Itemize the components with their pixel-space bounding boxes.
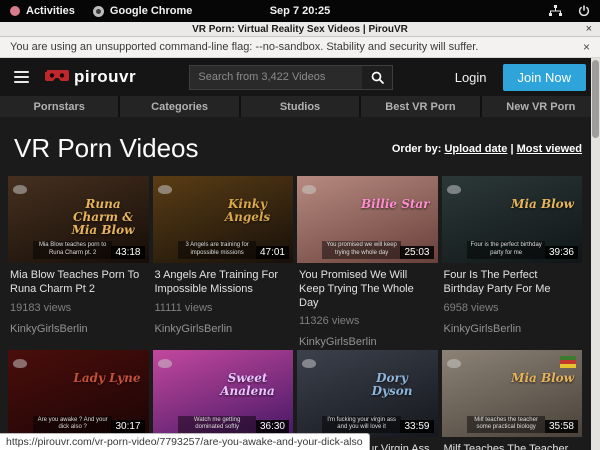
- search-input[interactable]: [190, 66, 362, 89]
- video-thumbnail[interactable]: Mia Blow Milf teaches the teacher some p…: [442, 350, 583, 437]
- infobar-close-icon[interactable]: ×: [583, 40, 590, 54]
- video-grid: Runa Charm & Mia Blow Mia Blow teaches p…: [8, 176, 582, 450]
- studio-link[interactable]: KinkyGirlsBerlin: [444, 323, 579, 335]
- video-card[interactable]: Mia Blow Milf teaches the teacher some p…: [442, 350, 583, 450]
- video-title-link[interactable]: 3 Angels Are Training For Impossible Mis…: [155, 269, 290, 297]
- vr-goggles-icon: [45, 70, 69, 84]
- thumbnail-caption: Are you awake ? And your dick also ?: [33, 416, 112, 434]
- thumbnail-caption: I'm fucking your virgin ass and you will…: [322, 416, 401, 434]
- order-upload-date-link[interactable]: Upload date: [444, 143, 507, 155]
- site-logo-text: pirouvr: [74, 67, 136, 87]
- flag-decoration: [560, 356, 576, 368]
- video-card[interactable]: Billie Star You promised we will keep tr…: [297, 176, 438, 348]
- scrollbar-track[interactable]: [591, 58, 600, 450]
- duration-badge: 30:17: [111, 420, 144, 433]
- power-icon[interactable]: [578, 5, 590, 17]
- video-title-link[interactable]: Mia Blow Teaches Porn To Runa Charm Pt 2: [10, 269, 145, 297]
- thumbnail-overlay-text: Mia Blow: [511, 198, 574, 211]
- site-header: pirouvr Login Join Now: [0, 58, 600, 96]
- studio-cat-logo-icon: [158, 181, 172, 194]
- nav-item-new-vr-porn[interactable]: New VR Porn: [482, 96, 600, 117]
- duration-badge: 35:58: [545, 420, 578, 433]
- thumbnail-overlay-text: Mia Blow: [511, 372, 574, 385]
- video-card[interactable]: Kinky Angels 3 Angels are training for i…: [153, 176, 294, 348]
- thumbnail-overlay-text: Runa Charm & Mia Blow: [66, 198, 141, 238]
- video-thumbnail[interactable]: Billie Star You promised we will keep tr…: [297, 176, 438, 263]
- network-tray-icon[interactable]: [549, 5, 562, 17]
- infobar-message: You are using an unsupported command-lin…: [10, 41, 478, 53]
- thumbnail-caption: Four is the perfect birthday party for m…: [467, 241, 546, 259]
- nav-item-best-vr-porn[interactable]: Best VR Porn: [361, 96, 481, 117]
- studio-cat-logo-icon: [447, 181, 461, 194]
- studio-cat-logo-icon: [302, 181, 316, 194]
- video-thumbnail[interactable]: Sweet Analena Watch me getting dominated…: [153, 350, 294, 437]
- menu-hamburger-icon[interactable]: [14, 71, 29, 83]
- search-button[interactable]: [362, 66, 392, 89]
- main-nav: Pornstars Categories Studios Best VR Por…: [0, 96, 600, 117]
- video-card[interactable]: Mia Blow Four is the perfect birthday pa…: [442, 176, 583, 348]
- nav-item-categories[interactable]: Categories: [120, 96, 240, 117]
- site-logo[interactable]: pirouvr: [45, 67, 136, 87]
- video-thumbnail[interactable]: Dory Dyson I'm fucking your virgin ass a…: [297, 350, 438, 437]
- video-views: 6958 views: [444, 302, 579, 314]
- video-thumbnail[interactable]: Lady Lyne Are you awake ? And your dick …: [8, 350, 149, 437]
- studio-cat-logo-icon: [447, 355, 461, 368]
- video-thumbnail[interactable]: Runa Charm & Mia Blow Mia Blow teaches p…: [8, 176, 149, 263]
- thumbnail-caption: Mia Blow teaches porn to Runa Charm pt. …: [33, 241, 112, 259]
- video-thumbnail[interactable]: Mia Blow Four is the perfect birthday pa…: [442, 176, 583, 263]
- status-url-bar: https://pirouvr.com/vr-porn-video/779325…: [0, 433, 370, 450]
- studio-link[interactable]: KinkyGirlsBerlin: [155, 323, 290, 335]
- search-icon: [371, 71, 384, 84]
- video-views: 19183 views: [10, 302, 145, 314]
- thumbnail-overlay-text: Sweet Analena: [210, 372, 285, 398]
- thumbnail-overlay-text: Lady Lyne: [73, 372, 140, 385]
- join-now-button[interactable]: Join Now: [503, 64, 586, 91]
- studio-cat-logo-icon: [302, 355, 316, 368]
- clock[interactable]: Sep 7 20:25: [0, 5, 600, 17]
- window-close-icon[interactable]: ×: [586, 23, 592, 35]
- chrome-infobar: You are using an unsupported command-lin…: [0, 37, 600, 58]
- duration-badge: 43:18: [111, 246, 144, 259]
- login-link[interactable]: Login: [455, 70, 487, 85]
- page-head: VR Porn Videos Order by: Upload date | M…: [0, 117, 600, 176]
- order-most-viewed-link[interactable]: Most viewed: [517, 143, 582, 155]
- order-by-label: Order by:: [392, 143, 442, 155]
- window-title: VR Porn: Virtual Reality Sex Videos | Pi…: [0, 24, 600, 35]
- studio-cat-logo-icon: [158, 355, 172, 368]
- thumbnail-overlay-text: Kinky Angels: [210, 198, 285, 224]
- video-views: 11111 views: [155, 302, 290, 314]
- video-views: 11326 views: [299, 315, 434, 327]
- video-title-link[interactable]: Four Is The Perfect Birthday Party For M…: [444, 269, 579, 297]
- duration-badge: 33:59: [400, 420, 433, 433]
- page-title: VR Porn Videos: [14, 133, 199, 164]
- video-title-link[interactable]: Milf Teaches The Teacher Some Practical …: [444, 443, 579, 450]
- search-bar: [189, 65, 393, 90]
- system-top-bar: Activities Google Chrome Sep 7 20:25: [0, 0, 600, 22]
- scrollbar-thumb[interactable]: [592, 60, 599, 138]
- window-titlebar: VR Porn: Virtual Reality Sex Videos | Pi…: [0, 22, 600, 37]
- duration-badge: 39:36: [545, 246, 578, 259]
- order-by: Order by: Upload date | Most viewed: [392, 143, 582, 155]
- thumbnail-overlay-text: Billie Star: [361, 198, 430, 211]
- studio-link[interactable]: KinkyGirlsBerlin: [299, 336, 434, 348]
- thumbnail-caption: You promised we will keep trying the who…: [322, 241, 401, 259]
- video-title-link[interactable]: You Promised We Will Keep Trying The Who…: [299, 269, 434, 310]
- duration-badge: 25:03: [400, 246, 433, 259]
- duration-badge: 47:01: [256, 246, 289, 259]
- thumbnail-caption: Watch me getting dominated softly: [178, 416, 257, 434]
- duration-badge: 36:30: [256, 420, 289, 433]
- studio-cat-logo-icon: [13, 355, 27, 368]
- thumbnail-caption: 3 Angels are training for impossible mis…: [178, 241, 257, 259]
- studio-link[interactable]: KinkyGirlsBerlin: [10, 323, 145, 335]
- thumbnail-caption: Milf teaches the teacher some practical …: [467, 416, 546, 434]
- nav-item-pornstars[interactable]: Pornstars: [0, 96, 120, 117]
- video-thumbnail[interactable]: Kinky Angels 3 Angels are training for i…: [153, 176, 294, 263]
- thumbnail-overlay-text: Dory Dyson: [355, 372, 430, 398]
- nav-item-studios[interactable]: Studios: [241, 96, 361, 117]
- video-card[interactable]: Runa Charm & Mia Blow Mia Blow teaches p…: [8, 176, 149, 348]
- studio-cat-logo-icon: [13, 181, 27, 194]
